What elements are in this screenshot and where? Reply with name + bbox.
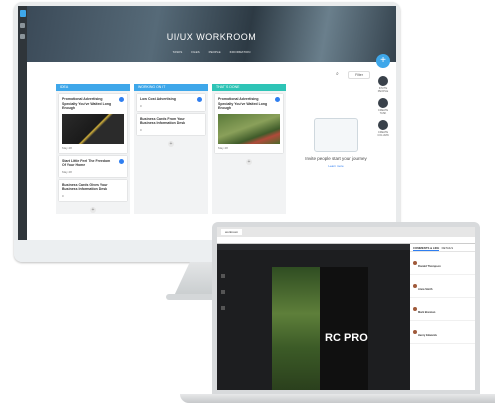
left-sidebar bbox=[18, 6, 27, 240]
badge-dot bbox=[197, 97, 202, 102]
card-title: Start Little Feel The Freedom Of Your Ho… bbox=[62, 158, 111, 168]
add-card-button[interactable]: + bbox=[168, 140, 174, 147]
header-banner: UI/UX WORKROOM TASKS FILES PEOPLE INFORM… bbox=[27, 6, 396, 62]
action-label: INVITE PEOPLE bbox=[377, 87, 389, 93]
task-card[interactable]: Promotional Advertising Specialty You've… bbox=[59, 94, 127, 153]
card-meta: May 28 bbox=[62, 145, 72, 150]
tab-people[interactable]: PEOPLE bbox=[209, 50, 221, 54]
search-icon[interactable]: ⌕ bbox=[336, 71, 339, 77]
create-task-action[interactable]: CREATE TASK bbox=[376, 98, 390, 115]
workroom-screen: UI/UX WORKROOM TASKS FILES PEOPLE INFORM… bbox=[18, 6, 396, 240]
card-meta: May 28 bbox=[62, 169, 72, 174]
empty-state: Invite people start your journey Learn m… bbox=[300, 118, 372, 168]
tool-icon[interactable] bbox=[221, 306, 225, 310]
column-header: WORKING ON IT bbox=[134, 84, 208, 91]
avatar bbox=[413, 283, 417, 288]
comment: Henry Edwards bbox=[410, 321, 475, 344]
task-card[interactable]: Business Cards From Your Business Inform… bbox=[137, 113, 205, 135]
comment-author: Henry Edwards bbox=[418, 334, 437, 337]
team-illustration bbox=[314, 118, 358, 152]
laptop-base bbox=[180, 394, 495, 403]
column-done: THAT`S DONE Promotional Advertising Spec… bbox=[212, 84, 286, 214]
column-idea: IDEA Promotional Advertising Specialty Y… bbox=[56, 84, 130, 214]
tab-files[interactable]: FILES bbox=[191, 50, 199, 54]
card-image bbox=[62, 113, 124, 144]
badge-dot bbox=[119, 97, 124, 102]
chat-icon[interactable] bbox=[20, 34, 25, 39]
comment: Anna Smith bbox=[410, 275, 475, 298]
viewer-tools bbox=[221, 274, 227, 322]
tab-information[interactable]: INFORMATION bbox=[230, 50, 251, 54]
tab-details[interactable]: DETAILS bbox=[442, 246, 453, 250]
file-viewer: RC PRO bbox=[217, 244, 410, 390]
comments-tabs: COMMENTS & LIKE DETAILS bbox=[410, 244, 475, 252]
card-meta: 0 bbox=[140, 103, 142, 108]
filter-button[interactable]: Filter bbox=[348, 71, 370, 79]
badge-dot bbox=[119, 158, 124, 164]
comment: Mark Brennan bbox=[410, 298, 475, 321]
learn-more-link[interactable]: Learn more bbox=[300, 164, 372, 168]
cyclist-photo bbox=[272, 267, 320, 390]
tab-tasks[interactable]: TASKS bbox=[173, 50, 183, 54]
laptop: workroom RC PRO COMMENTS & LIKE DETAILS … bbox=[212, 222, 480, 394]
comment-author: Anna Smith bbox=[418, 288, 433, 291]
badge-dot bbox=[275, 97, 280, 102]
invite-icon bbox=[378, 76, 388, 86]
avatar bbox=[413, 260, 417, 265]
laptop-screen: workroom RC PRO COMMENTS & LIKE DETAILS … bbox=[217, 227, 475, 390]
workroom-tabs: TASKS FILES PEOPLE INFORMATION bbox=[27, 50, 396, 54]
card-title: Low Cost Advertising bbox=[140, 97, 176, 101]
task-card[interactable]: Start Little Feel The Freedom Of Your Ho… bbox=[59, 155, 127, 177]
column-header: IDEA bbox=[56, 84, 130, 91]
card-title: Business Cards Gives Your Business Infor… bbox=[62, 182, 108, 192]
empty-heading: Invite people start your journey bbox=[305, 156, 367, 161]
magazine-spread: RC PRO bbox=[272, 267, 368, 390]
app-logo-icon[interactable] bbox=[19, 10, 26, 17]
task-card[interactable]: Business Cards Gives Your Business Infor… bbox=[59, 179, 127, 201]
comment-author: Mark Brennan bbox=[418, 311, 436, 314]
browser-tabbar: workroom bbox=[217, 227, 475, 237]
workroom-title: UI/UX WORKROOM bbox=[166, 32, 257, 42]
comments-panel: COMMENTS & LIKE DETAILS Ronald Thompson … bbox=[410, 244, 475, 390]
magazine-title: RC PRO bbox=[325, 332, 368, 344]
card-title: Promotional Advertising Specialty You've… bbox=[218, 97, 268, 110]
card-image bbox=[218, 113, 280, 144]
column-icon bbox=[378, 120, 388, 130]
create-column-action[interactable]: CREATE COLUMN bbox=[376, 120, 390, 137]
avatar bbox=[413, 306, 417, 311]
task-card[interactable]: Low Cost Advertising 0 bbox=[137, 94, 205, 111]
viewer-toolbar bbox=[217, 244, 410, 250]
tool-icon[interactable] bbox=[221, 290, 225, 294]
card-title: Business Cards From Your Business Inform… bbox=[140, 116, 186, 126]
task-card[interactable]: Promotional Advertising Specialty You've… bbox=[215, 94, 283, 153]
board-toolbar bbox=[27, 62, 396, 78]
avatar bbox=[413, 329, 417, 334]
add-fab-button[interactable]: + bbox=[376, 54, 390, 68]
tool-icon[interactable] bbox=[221, 274, 225, 278]
column-working: WORKING ON IT Low Cost Advertising 0 Bus… bbox=[134, 84, 208, 214]
card-meta: 0 bbox=[62, 193, 64, 198]
tab-comments[interactable]: COMMENTS & LIKE bbox=[413, 246, 440, 251]
comment: Ronald Thompson bbox=[410, 252, 475, 275]
browser-tab[interactable]: workroom bbox=[221, 229, 243, 235]
add-card-button[interactable]: + bbox=[90, 206, 96, 213]
card-title: Promotional Advertising Specialty You've… bbox=[62, 97, 112, 110]
home-icon[interactable] bbox=[20, 23, 25, 28]
column-header: THAT`S DONE bbox=[212, 84, 286, 91]
card-meta: 0 bbox=[140, 127, 142, 132]
action-label: CREATE TASK bbox=[377, 109, 389, 115]
add-card-button[interactable]: + bbox=[246, 158, 252, 165]
card-meta: May 28 bbox=[218, 145, 228, 150]
address-bar[interactable] bbox=[217, 237, 475, 244]
comment-author: Ronald Thompson bbox=[418, 265, 441, 268]
task-icon bbox=[378, 98, 388, 108]
action-label: CREATE COLUMN bbox=[377, 131, 389, 137]
magazine-page: RC PRO bbox=[320, 267, 368, 390]
invite-people-action[interactable]: INVITE PEOPLE bbox=[376, 76, 390, 93]
